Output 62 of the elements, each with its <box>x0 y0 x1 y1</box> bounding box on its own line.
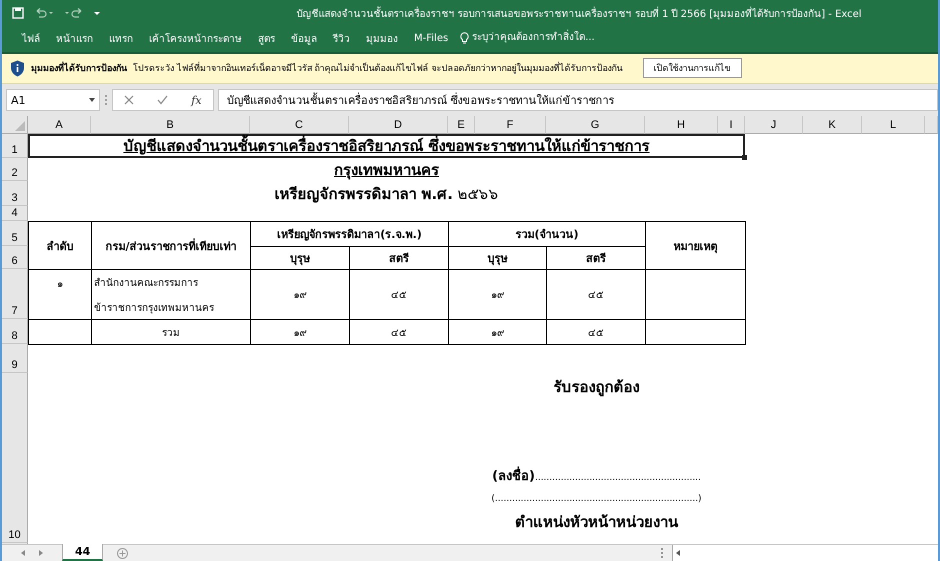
ribbon-tab[interactable]: รีวิว <box>325 30 358 46</box>
row-header[interactable]: 9 <box>2 344 28 374</box>
ribbon-tab[interactable]: แทรก <box>101 30 141 46</box>
ribbon-tab[interactable]: M-Files <box>406 32 456 44</box>
next-sheet-icon[interactable] <box>39 550 43 556</box>
ribbon-tab[interactable]: ข้อมูล <box>283 30 325 46</box>
column-header[interactable]: E <box>448 116 475 134</box>
column-header[interactable]: K <box>803 116 862 134</box>
column-header[interactable]: A <box>28 116 91 134</box>
signature-line: (ลงชื่อ).......................................................... <box>492 465 701 486</box>
protected-view-message: โปรดระวัง ไฟล์ที่มาจากอินเทอร์เน็ตอาจมีไวรัส ถ้าคุณไม่จำเป็นต้องแก้ไขไฟล์ จะปลอดภัยกว่าหากอยู่ในมุมมองที่ได้รับการป้องกัน <box>133 61 623 76</box>
more-icon <box>660 546 664 560</box>
column-header[interactable]: L <box>862 116 925 134</box>
table-header: หมายเหตุ <box>645 221 746 270</box>
row-header[interactable]: 8 <box>2 319 28 344</box>
undo-icon[interactable] <box>34 8 54 18</box>
column-header[interactable]: J <box>745 116 803 134</box>
window-title: บัญชีแสดงจำนวนชั้นตราเครื่องราชฯ รอบการเสนอขอพระราชทานเครื่องราชฯ รอบที่ 1 ปี 2566 [มุมมองที่ได้รับการป้องกัน] - Excel <box>295 6 863 21</box>
position-title: ตำแหน่งหัวหน้าหน่วยงาน <box>515 512 678 534</box>
certification-heading: รับรองถูกต้อง <box>554 377 640 398</box>
lightbulb-icon <box>460 32 470 44</box>
ribbon-tab[interactable]: ไฟล์ <box>14 30 48 46</box>
caret-icon[interactable] <box>89 98 95 102</box>
cancel-icon[interactable] <box>124 95 134 106</box>
formula-field[interactable]: บัญชีแสดงจำนวนชั้นตราเครื่องราชอิสริยาภรณ์ ซึ่งขอพระราชทานให้แก่ข้าราชการ <box>218 89 938 112</box>
row-header[interactable]: 3 <box>2 181 28 206</box>
medal-year-heading: เหรียญจักรพรรดิมาลา พ.ศ. ๒๕๖๖ <box>274 184 499 205</box>
check-icon[interactable] <box>157 95 168 106</box>
add-sheet-icon[interactable] <box>117 548 128 559</box>
column-header[interactable]: H <box>645 116 718 134</box>
row-header[interactable]: 2 <box>2 158 28 182</box>
column-header[interactable]: C <box>250 116 349 134</box>
name-box[interactable]: A1 <box>6 89 100 112</box>
shield-icon <box>10 60 25 77</box>
ribbon-tab[interactable]: เค้าโครงหน้ากระดาษ <box>141 30 250 46</box>
sheet-tab[interactable]: 44 <box>62 544 104 561</box>
row-header[interactable]: 5 <box>2 221 28 246</box>
name-line: (.......................................................................) <box>491 494 702 504</box>
column-header[interactable]: D <box>349 116 448 134</box>
row-header[interactable]: 7 <box>2 269 28 320</box>
row-header[interactable]: 6 <box>2 246 28 270</box>
save-icon[interactable] <box>12 7 24 20</box>
enable-editing-button[interactable]: เปิดใช้งานการแก้ไข <box>642 58 742 78</box>
ribbon-tab[interactable]: หน้าแรก <box>48 30 101 46</box>
ribbon-tab[interactable]: มุมมอง <box>358 30 406 46</box>
column-header[interactable]: B <box>91 116 250 134</box>
sheet-title: บัญชีแสดงจำนวนชั้นตราเครื่องราชอิสริยาภรณ์ ซึ่งขอพระราชทานให้แก่ข้าราชการ <box>28 134 745 158</box>
column-header[interactable]: G <box>546 116 645 134</box>
ribbon-tab[interactable]: สูตร <box>250 30 283 46</box>
row-header[interactable]: 1 <box>2 134 28 158</box>
sheet-subtitle: กรุงเทพมหานคร <box>334 160 439 182</box>
row-header[interactable]: 10 <box>2 373 28 544</box>
protected-view-title: มุมมองที่ได้รับการป้องกัน <box>31 61 127 76</box>
previous-sheet-icon[interactable] <box>21 550 25 556</box>
redo-icon[interactable] <box>64 8 84 18</box>
column-header[interactable]: F <box>475 116 546 134</box>
insert-function-button[interactable]: fx <box>191 94 202 107</box>
customize-caret-icon[interactable] <box>94 10 100 16</box>
table-header: ลำดับ <box>28 221 92 270</box>
tell-me-field[interactable]: ระบุว่าคุณต้องการทำสิ่งใด... <box>472 28 672 48</box>
column-header[interactable]: I <box>718 116 745 134</box>
row-header[interactable]: 4 <box>2 206 28 222</box>
